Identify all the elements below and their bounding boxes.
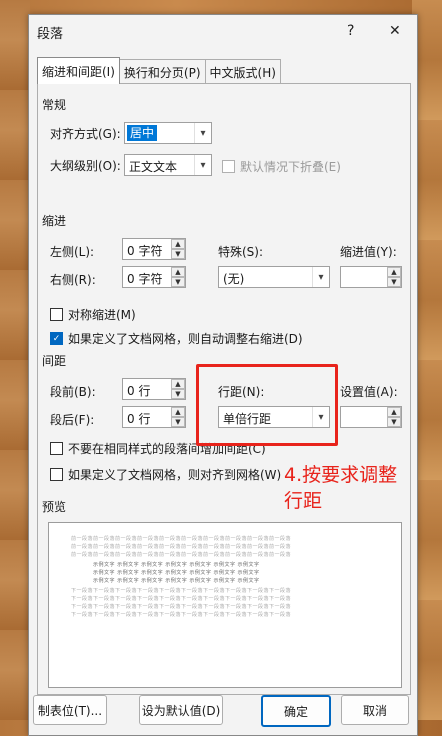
- alignment-value: 居中: [127, 125, 158, 141]
- indent-right-value: 0 字符: [127, 272, 163, 286]
- indent-left-spinner[interactable]: 0 字符 ▲ ▼: [122, 238, 186, 260]
- preview-next-paragraph: 下一段落下一段落下一段落下一段落下一段落下一段落下一段落下一段落下一段落下一段落: [71, 604, 292, 610]
- general-section: 常规: [42, 96, 66, 113]
- set-default-button[interactable]: 设为默认值(D): [139, 695, 223, 725]
- spin-up-icon[interactable]: ▲: [387, 267, 401, 277]
- dialog-title: 段落: [37, 26, 64, 42]
- alignment-label: 对齐方式(G):: [50, 127, 121, 141]
- help-button[interactable]: ?: [347, 23, 354, 39]
- tab-line-page-breaks[interactable]: 换行和分页(P): [118, 59, 206, 84]
- checkbox-icon: [50, 308, 63, 321]
- indent-heading: 缩进: [42, 214, 67, 228]
- special-label: 特殊(S):: [218, 245, 264, 259]
- checkbox-icon: [50, 442, 63, 455]
- space-after-value: 0 行: [127, 412, 151, 426]
- chevron-down-icon: ▾: [194, 123, 211, 143]
- preview-sample-text: 示例文字 示例文字 示例文字 示例文字 示例文字 示例文字 示例文字: [93, 570, 260, 576]
- tab-strip: 缩进和间距(I) 换行和分页(P) 中文版式(H): [37, 57, 281, 84]
- indent-by-label: 缩进值(Y):: [340, 245, 397, 259]
- spin-down-icon[interactable]: ▼: [171, 389, 185, 399]
- preview-sample-text: 示例文字 示例文字 示例文字 示例文字 示例文字 示例文字 示例文字: [93, 562, 260, 568]
- paragraph-preview: 前一段落前一段落前一段落前一段落前一段落前一段落前一段落前一段落前一段落前一段落…: [48, 522, 402, 688]
- indent-left-label: 左侧(L):: [50, 245, 95, 259]
- tab-indent-spacing[interactable]: 缩进和间距(I): [37, 57, 120, 84]
- chevron-down-icon: ▾: [194, 155, 211, 175]
- alignment-select[interactable]: 居中 ▾: [124, 122, 212, 144]
- preview-previous-paragraph: 前一段落前一段落前一段落前一段落前一段落前一段落前一段落前一段落前一段落前一段落: [71, 544, 292, 550]
- preview-section: 预览: [42, 498, 66, 515]
- snap-to-grid-checkbox[interactable]: 如果定义了文档网格，则对齐到网格(W): [50, 466, 281, 483]
- indent-by-spinner[interactable]: ▲ ▼: [340, 266, 402, 288]
- space-after-spinner[interactable]: 0 行 ▲ ▼: [122, 406, 186, 428]
- spin-up-icon[interactable]: ▲: [171, 239, 185, 249]
- checkmark-icon: ✓: [50, 332, 63, 345]
- special-select[interactable]: (无) ▾: [218, 266, 330, 288]
- spin-up-icon[interactable]: ▲: [171, 379, 185, 389]
- spin-up-icon[interactable]: ▲: [171, 407, 185, 417]
- spin-up-icon[interactable]: ▲: [171, 267, 185, 277]
- line-spacing-at-spinner[interactable]: ▲ ▼: [340, 406, 402, 428]
- line-spacing-at-label: 设置值(A):: [340, 385, 398, 399]
- preview-next-paragraph: 下一段落下一段落下一段落下一段落下一段落下一段落下一段落下一段落下一段落下一段落: [71, 612, 292, 618]
- spacing-heading: 间距: [42, 354, 67, 368]
- spin-down-icon[interactable]: ▼: [171, 417, 185, 427]
- snap-to-grid-label: 如果定义了文档网格，则对齐到网格(W): [68, 468, 282, 482]
- indent-section: 缩进: [42, 212, 66, 229]
- tabs-button[interactable]: 制表位(T)...: [33, 695, 107, 725]
- spin-up-icon[interactable]: ▲: [387, 407, 401, 417]
- spacing-section: 间距: [42, 352, 66, 369]
- auto-adjust-indent-checkbox[interactable]: ✓ 如果定义了文档网格，则自动调整右缩进(D): [50, 330, 303, 347]
- spin-down-icon[interactable]: ▼: [171, 249, 185, 259]
- preview-sample-text: 示例文字 示例文字 示例文字 示例文字 示例文字 示例文字 示例文字: [93, 578, 260, 584]
- tab-asian-typography[interactable]: 中文版式(H): [204, 59, 281, 84]
- checkbox-icon: [222, 160, 235, 173]
- space-after-label: 段后(F):: [50, 413, 95, 427]
- preview-next-paragraph: 下一段落下一段落下一段落下一段落下一段落下一段落下一段落下一段落下一段落下一段落: [71, 596, 292, 602]
- preview-heading: 预览: [42, 500, 67, 514]
- indent-right-label: 右侧(R):: [50, 273, 96, 287]
- cancel-button[interactable]: 取消: [341, 695, 409, 725]
- background-wood-left: [0, 0, 30, 720]
- chevron-down-icon: ▾: [312, 267, 329, 287]
- preview-previous-paragraph: 前一段落前一段落前一段落前一段落前一段落前一段落前一段落前一段落前一段落前一段落: [71, 536, 292, 542]
- annotation-text: 4.按要求调整行距: [284, 464, 398, 512]
- spin-down-icon[interactable]: ▼: [387, 417, 401, 427]
- mirror-indent-label: 对称缩进(M): [68, 308, 136, 322]
- general-heading: 常规: [42, 98, 67, 112]
- collapse-checkbox[interactable]: 默认情况下折叠(E): [222, 158, 341, 175]
- close-button[interactable]: ✕: [389, 23, 401, 39]
- outline-level-value: 正文文本: [129, 160, 178, 174]
- outline-level-select[interactable]: 正文文本 ▾: [124, 154, 212, 176]
- indent-left-value: 0 字符: [127, 244, 163, 258]
- auto-adjust-indent-label: 如果定义了文档网格，则自动调整右缩进(D): [68, 332, 303, 346]
- outline-level-label: 大纲级别(O):: [50, 159, 121, 173]
- indent-right-spinner[interactable]: 0 字符 ▲ ▼: [122, 266, 186, 288]
- ok-button[interactable]: 确定: [261, 695, 331, 727]
- annotation-highlight-box: [196, 364, 338, 446]
- checkbox-icon: [50, 468, 63, 481]
- preview-previous-paragraph: 前一段落前一段落前一段落前一段落前一段落前一段落前一段落前一段落前一段落前一段落: [71, 552, 292, 558]
- space-before-label: 段前(B):: [50, 385, 96, 399]
- space-before-value: 0 行: [127, 384, 151, 398]
- mirror-indent-checkbox[interactable]: 对称缩进(M): [50, 306, 136, 323]
- collapse-label: 默认情况下折叠(E): [240, 160, 341, 174]
- spin-down-icon[interactable]: ▼: [171, 277, 185, 287]
- spin-down-icon[interactable]: ▼: [387, 277, 401, 287]
- special-value: (无): [223, 272, 245, 286]
- title-bar: 段落 ? ✕: [29, 15, 417, 49]
- space-before-spinner[interactable]: 0 行 ▲ ▼: [122, 378, 186, 400]
- preview-next-paragraph: 下一段落下一段落下一段落下一段落下一段落下一段落下一段落下一段落下一段落下一段落: [71, 588, 292, 594]
